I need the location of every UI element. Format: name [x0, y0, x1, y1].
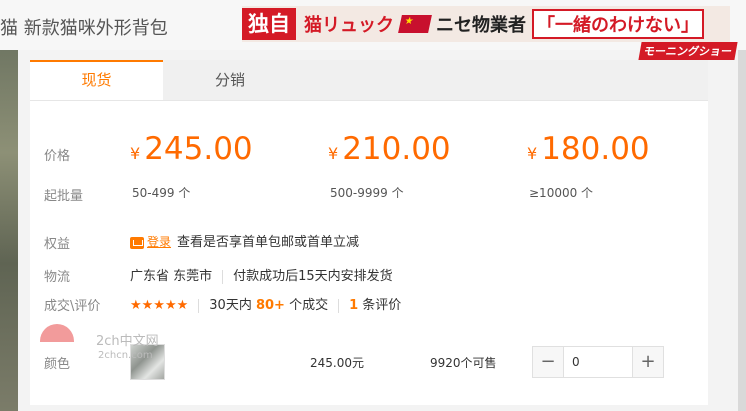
- deals-label: 成交\评价: [44, 299, 101, 314]
- shipping-time: 付款成功后15天内安排发货: [233, 269, 393, 284]
- tab-bar: 现货 分销: [30, 60, 708, 101]
- variant-stock: 9920个可售: [430, 356, 497, 370]
- logistics-label: 物流: [44, 270, 71, 285]
- divider: [222, 269, 224, 284]
- headline-quote: 「一緒のわけない」: [532, 9, 704, 39]
- increase-button[interactable]: +: [633, 347, 663, 377]
- divider: [198, 298, 200, 313]
- variant-label: 颜色: [44, 357, 71, 372]
- right-edge: [738, 0, 746, 411]
- rights-text: 查看是否享首单包邮或首单立减: [177, 235, 360, 250]
- quantity-input[interactable]: [563, 347, 633, 377]
- qty-tier-1: 50-499 个: [132, 186, 191, 200]
- review-count[interactable]: 1: [349, 298, 358, 313]
- currency-symbol: ¥: [527, 144, 538, 163]
- news-tag: 独自: [242, 8, 296, 40]
- logistics-info: 广东省 东莞市 付款成功后15天内安排发货: [130, 265, 393, 284]
- price-value: 245.00: [144, 131, 253, 167]
- price-tier-2: ¥210.00: [328, 131, 451, 167]
- news-headline: 猫リュック ニセ物業者 「一緒のわけない」: [304, 9, 704, 39]
- rights-icon: [130, 236, 144, 249]
- background-photo-strip: [0, 42, 18, 411]
- price-value: 180.00: [541, 131, 650, 167]
- currency-symbol: ¥: [328, 144, 339, 163]
- origin-location: 广东省 东莞市: [130, 269, 213, 284]
- variant-price: 245.00元: [310, 356, 364, 370]
- variant-thumbnail[interactable]: [130, 344, 165, 380]
- qty-tier-3: ≥10000 个: [529, 186, 594, 200]
- price-tier-1: ¥245.00: [130, 131, 253, 167]
- rights-info: 登录 查看是否享首单包邮或首单立减: [130, 231, 359, 250]
- show-name: モーニングショー: [638, 42, 738, 60]
- rights-label: 权益: [44, 237, 71, 252]
- currency-symbol: ¥: [130, 144, 141, 163]
- login-link[interactable]: 登录: [147, 235, 171, 249]
- qty-tier-2: 500-9999 个: [330, 186, 404, 200]
- review-suffix[interactable]: 条评价: [362, 298, 401, 313]
- tab-distribution[interactable]: 分销: [170, 60, 290, 100]
- china-flag-icon: [398, 15, 432, 33]
- deals-count: 80+: [255, 298, 285, 313]
- deals-prefix: 30天内: [209, 298, 252, 313]
- product-panel: 现货 分销 价格 ¥245.00 ¥210.00 ¥180.00 起批量 50-…: [30, 60, 708, 405]
- headline-part1: 猫リュック: [304, 15, 394, 36]
- rating-stars-icon: ★★★★★: [130, 298, 189, 313]
- product-title: 猫 新款猫咪外形背包: [0, 18, 168, 39]
- deals-info: ★★★★★ 30天内 80+ 个成交 1 条评价: [130, 294, 401, 313]
- news-banner: 独自 猫リュック ニセ物業者 「一緒のわけない」: [242, 6, 730, 42]
- deals-suffix: 个成交: [289, 298, 329, 313]
- decrease-button[interactable]: −: [533, 347, 563, 377]
- price-tier-3: ¥180.00: [527, 131, 650, 167]
- quantity-stepper: − +: [532, 346, 664, 378]
- moq-label: 起批量: [44, 189, 84, 204]
- divider: [338, 298, 340, 313]
- tab-in-stock[interactable]: 现货: [30, 60, 163, 100]
- headline-part2: ニセ物業者: [436, 15, 526, 36]
- price-label: 价格: [44, 149, 71, 164]
- price-value: 210.00: [342, 131, 451, 167]
